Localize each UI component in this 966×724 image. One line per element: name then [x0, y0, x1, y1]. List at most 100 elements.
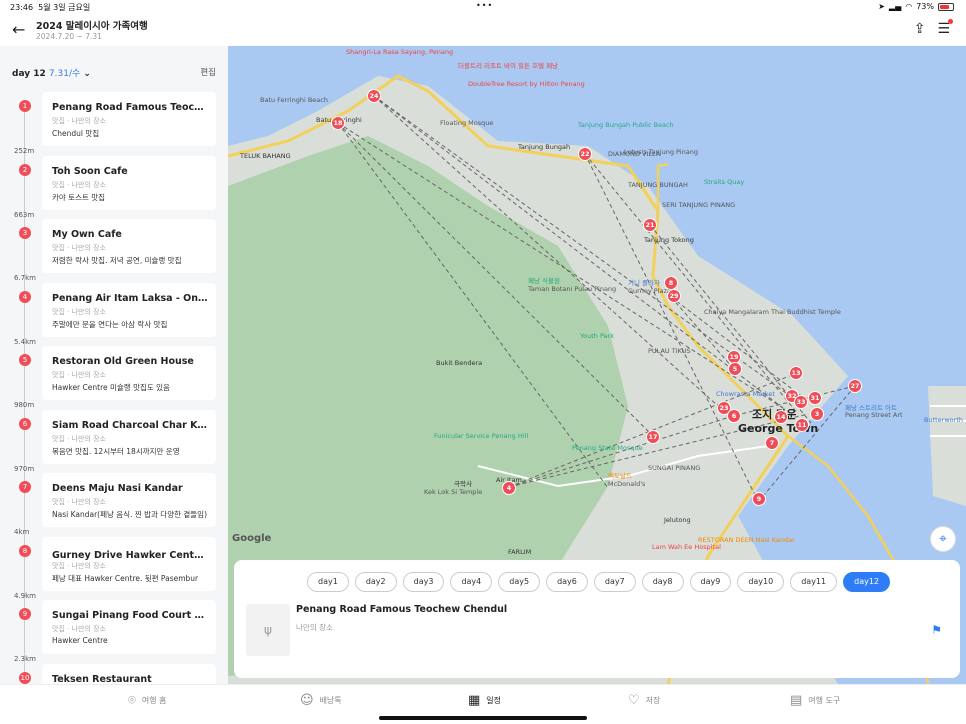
- map-label[interactable]: SERI TANJUNG PINANG: [662, 201, 735, 209]
- map-pin[interactable]: 9: [752, 492, 766, 506]
- map-pin[interactable]: 14: [774, 410, 788, 424]
- tab-2[interactable]: ☺ 배낭톡: [300, 693, 342, 708]
- map-label[interactable]: Penang Street Art: [845, 411, 903, 419]
- selected-place-name[interactable]: Penang Road Famous Teochew Chendul: [296, 604, 507, 615]
- map-label[interactable]: Lotus's Tanjung Pinang: [624, 148, 698, 156]
- map-pin[interactable]: 18: [331, 116, 345, 130]
- map-label[interactable]: SUNGAI PINANG: [648, 464, 700, 472]
- tab-3[interactable]: ▦ 일정: [468, 693, 501, 708]
- stop-card[interactable]: Deens Maju Nasi Kandar 맛집 · 나만의 장소 Nasi …: [42, 473, 216, 527]
- stop-card[interactable]: My Own Cafe 맛집 · 나만의 장소 저렴한 락사 맛집. 저녁 공연…: [42, 219, 216, 273]
- stop-card[interactable]: Sungai Pinang Food Court (Astaka) 맛집 · 나…: [42, 600, 216, 654]
- map-pin[interactable]: 29: [667, 289, 681, 303]
- stop-card[interactable]: Gurney Drive Hawker Centre (新關仔角) 맛집 · 나…: [42, 536, 216, 591]
- map-pin[interactable]: 7: [765, 436, 779, 450]
- map-label[interactable]: TELUK BAHANG: [240, 152, 291, 160]
- stop-card[interactable]: Siam Road Charcoal Char Kuey Teow 맛집 · 나…: [42, 409, 216, 464]
- map-label[interactable]: Funicular Service Penang Hill: [434, 432, 528, 440]
- day-chip-day2[interactable]: day2: [354, 572, 397, 592]
- tab-5[interactable]: ▤ 여행 도구: [790, 693, 840, 708]
- map-label[interactable]: Butterworth: [924, 416, 963, 424]
- edit-button[interactable]: 편집: [200, 66, 216, 78]
- map-pin[interactable]: 21: [643, 218, 657, 232]
- map-pin[interactable]: 6: [727, 409, 741, 423]
- map-label[interactable]: PULAU TIKUS: [648, 347, 691, 355]
- day-chip-day9[interactable]: day9: [689, 572, 732, 592]
- map-pin[interactable]: 11: [795, 418, 809, 432]
- day-chip-day10[interactable]: day10: [737, 572, 785, 592]
- map-label[interactable]: FARLIM: [508, 548, 531, 556]
- map-pin[interactable]: 13: [789, 366, 803, 380]
- toolbox-icon: ▤: [790, 693, 803, 708]
- map-label[interactable]: Batu Ferringhi Beach: [260, 96, 328, 104]
- map-label[interactable]: Tanjung Bungah: [518, 143, 570, 151]
- day-chip-day11[interactable]: day11: [790, 572, 838, 592]
- map-label[interactable]: 극락사: [454, 478, 472, 488]
- map-label[interactable]: Floating Mosque: [440, 119, 493, 127]
- map-pin[interactable]: 8: [664, 276, 678, 290]
- stop-card[interactable]: Penang Road Famous Teochew Chendul 맛집 · …: [42, 92, 216, 146]
- back-arrow-icon[interactable]: ←: [12, 20, 25, 39]
- day-chip-day12[interactable]: day12: [843, 572, 891, 592]
- map-label[interactable]: 더블트리 리조트 바이 힐튼 호텔 페낭: [458, 60, 558, 70]
- day-chip-day4[interactable]: day4: [450, 572, 493, 592]
- chat-icon: ☺: [300, 693, 314, 708]
- map-label[interactable]: Tanjung Tokong: [644, 236, 694, 244]
- map-label[interactable]: TANJUNG BUNGAH: [628, 181, 688, 189]
- map-label[interactable]: RESTORAN DEEN Nasi Kandar: [698, 536, 795, 544]
- map-pin[interactable]: 5: [728, 362, 742, 376]
- day-chip-day6[interactable]: day6: [546, 572, 588, 592]
- battery-level: 73%: [916, 2, 934, 11]
- map-pin[interactable]: 31: [808, 391, 822, 405]
- place-thumbnail[interactable]: ψ: [246, 604, 290, 656]
- map-label[interactable]: Shangri-La Rasa Sayang, Penang: [346, 48, 453, 56]
- map-label[interactable]: Straits Quay: [704, 178, 744, 186]
- locate-me-icon[interactable]: ⌖: [930, 526, 956, 552]
- map-pin[interactable]: 22: [578, 147, 592, 161]
- day-chip-day1[interactable]: day1: [307, 572, 349, 592]
- map-label[interactable]: 맥도날드: [608, 470, 632, 480]
- map-pin[interactable]: 24: [367, 89, 381, 103]
- map-label[interactable]: Jelutong: [664, 516, 691, 524]
- menu-icon[interactable]: ☰: [937, 19, 953, 37]
- map-label[interactable]: Penang State Mosque: [572, 444, 643, 452]
- map-label[interactable]: 거니 플라자: [628, 277, 660, 287]
- map-label[interactable]: Tanjung Bungah Public Beach: [578, 121, 674, 129]
- day-chip-day7[interactable]: day7: [593, 572, 636, 592]
- map-label[interactable]: Kek Lok Si Temple: [424, 488, 482, 496]
- stop-name: My Own Cafe: [52, 229, 122, 240]
- map-label[interactable]: Youth Park: [580, 332, 614, 340]
- stop-name: Toh Soon Cafe: [52, 165, 128, 177]
- stop-card[interactable]: Teksen Restaurant: [42, 663, 216, 685]
- stop-card[interactable]: Toh Soon Cafe 맛집 · 나만의 장소 카야 토스트 맛집: [42, 155, 216, 210]
- day-chip-day5[interactable]: day5: [498, 572, 541, 592]
- map-label[interactable]: Gurney Plaza: [628, 287, 671, 295]
- map-label[interactable]: Chaiya Mangalaram Thai Buddhist Temple: [704, 308, 841, 316]
- day-chip-day3[interactable]: day3: [402, 572, 445, 592]
- map-label[interactable]: 페낭 식물원: [528, 275, 560, 285]
- map-label[interactable]: Chowrasta Market: [716, 390, 775, 398]
- map-pin[interactable]: 27: [848, 379, 862, 393]
- day-selector[interactable]: day 12 7.31/수 ⌄: [12, 66, 91, 79]
- map-label[interactable]: Lam Wah Ee Hospital: [652, 543, 721, 551]
- tab-4[interactable]: ♡ 저장: [628, 693, 660, 708]
- map-pin[interactable]: 3: [810, 407, 824, 421]
- map-pin[interactable]: 17: [646, 430, 660, 444]
- map-label[interactable]: DoubleTree Resort by Hilton Penang: [468, 80, 585, 88]
- map-label[interactable]: Bukit Bendera: [436, 359, 482, 367]
- stop-card[interactable]: Penang Air Itam Laksa - Only one stall 맛…: [42, 282, 216, 337]
- trip-dates: 2024.7.20 ~ 7.31: [36, 32, 102, 41]
- map-pin[interactable]: 33: [794, 395, 808, 409]
- day-chip-day8[interactable]: day8: [641, 572, 684, 592]
- map-label[interactable]: Taman Botani Pulau Pinang: [528, 285, 616, 293]
- share-icon[interactable]: ⇪: [914, 21, 926, 37]
- map-label[interactable]: McDonald's: [608, 480, 645, 488]
- stop-number-badge: 4: [19, 290, 31, 303]
- map-pin[interactable]: 4: [502, 481, 516, 495]
- signal-icon: ▂▄: [888, 2, 902, 11]
- route-flag-icon[interactable]: ⚑: [931, 623, 942, 637]
- stop-name: Teksen Restaurant: [52, 673, 152, 685]
- stop-card[interactable]: Restoran Old Green House 맛집 · 나만의 장소 Haw…: [42, 346, 216, 400]
- tab-1[interactable]: ⌾ 여행 홈: [128, 693, 166, 708]
- multitask-dots[interactable]: •••: [476, 1, 493, 10]
